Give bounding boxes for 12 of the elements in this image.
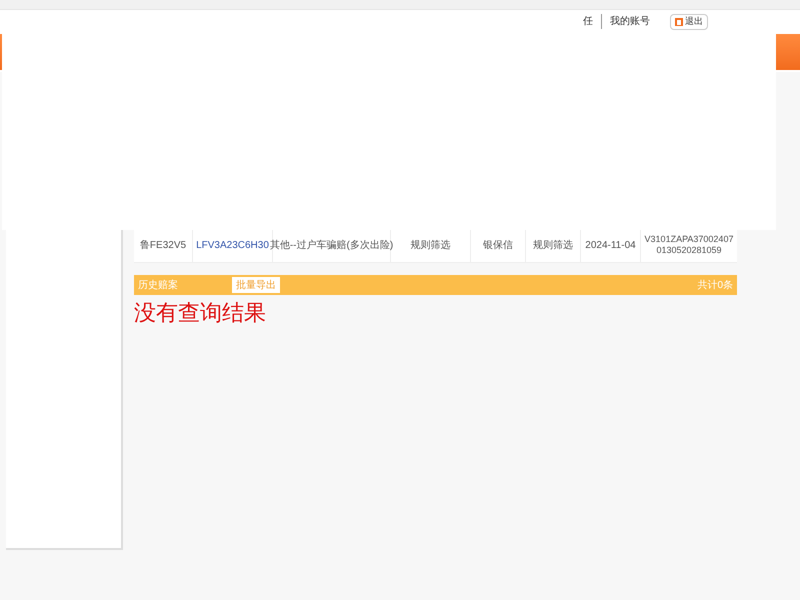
history-title: 历史赔案 xyxy=(138,278,179,292)
table-cell: 2024-11-04 xyxy=(581,228,641,262)
table-cell: 鲁FE32V5 xyxy=(134,228,193,262)
table-cell: 规则筛选 xyxy=(391,228,471,262)
door-icon xyxy=(675,18,683,26)
table-cell-text: V3101ZAPA370024070130520281059 xyxy=(644,233,734,257)
table-cell: 规则筛选 xyxy=(526,228,581,262)
header-link[interactable]: 任 xyxy=(575,14,593,30)
header-link[interactable]: 我的账号 xyxy=(601,14,650,30)
result-count: 共计0条 xyxy=(697,278,733,292)
table-cell: 银保信 xyxy=(471,228,526,262)
empty-message: 没有查询结果 xyxy=(134,299,267,327)
